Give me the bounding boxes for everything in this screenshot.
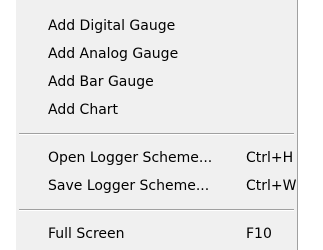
menu-item-label: Add Analog Gauge bbox=[48, 46, 179, 62]
menu-item-label: Add Chart bbox=[48, 102, 119, 118]
menu-item-label: Add Bar Gauge bbox=[48, 74, 154, 90]
menu-item-save-logger-scheme[interactable]: Save Logger Scheme... Ctrl+W bbox=[16, 172, 297, 200]
menu-item-add-analog-gauge[interactable]: Add Analog Gauge bbox=[16, 40, 297, 68]
menu-separator bbox=[19, 209, 294, 211]
context-menu: Add Digital Gauge Add Analog Gauge Add B… bbox=[15, 0, 298, 250]
menu-item-label: Save Logger Scheme... bbox=[48, 178, 210, 194]
menu-item-shortcut: F10 bbox=[246, 226, 272, 242]
menu-item-add-digital-gauge[interactable]: Add Digital Gauge bbox=[16, 12, 297, 40]
menu-item-full-screen[interactable]: Full Screen F10 bbox=[16, 220, 297, 248]
menu-item-open-logger-scheme[interactable]: Open Logger Scheme... Ctrl+H bbox=[16, 144, 297, 172]
menu-item-label: Add Digital Gauge bbox=[48, 18, 176, 34]
menu-item-add-bar-gauge[interactable]: Add Bar Gauge bbox=[16, 68, 297, 96]
menu-item-shortcut: Ctrl+H bbox=[246, 150, 294, 166]
menu-item-add-chart[interactable]: Add Chart bbox=[16, 96, 297, 124]
menu-item-label: Open Logger Scheme... bbox=[48, 150, 213, 166]
menu-separator bbox=[19, 133, 294, 135]
menu-item-shortcut: Ctrl+W bbox=[246, 178, 297, 194]
menu-item-label: Full Screen bbox=[48, 226, 125, 242]
